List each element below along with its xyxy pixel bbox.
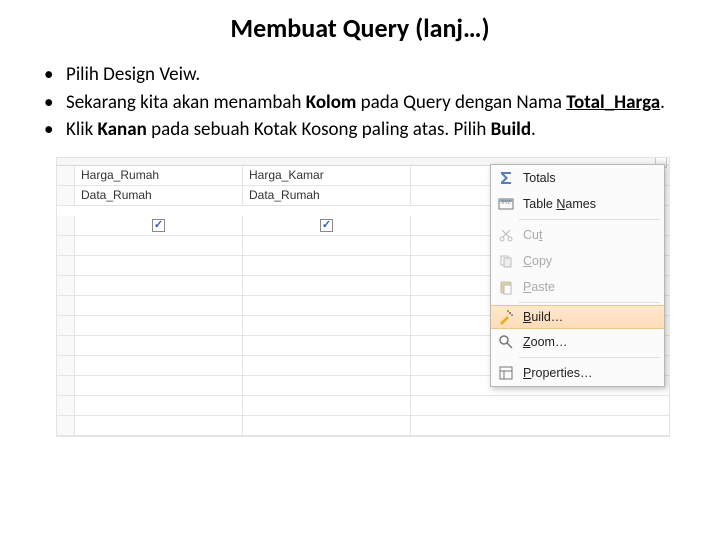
- bullet-3-bold2: Build: [491, 118, 531, 141]
- bullet-2-part2: pada Query dengan Nama: [356, 91, 566, 114]
- field-col2[interactable]: Harga_Kamar: [243, 166, 411, 185]
- menu-cut[interactable]: Cut: [491, 222, 664, 248]
- table-names-icon: XYZ: [497, 195, 515, 213]
- bullet-1-text: Pilih Design Veiw.: [66, 63, 200, 86]
- copy-icon: [497, 252, 515, 270]
- menu-separator: [519, 302, 660, 303]
- checkbox-icon[interactable]: [152, 219, 165, 232]
- slide-title: Membuat Query (lanj…): [30, 12, 690, 44]
- table-col1[interactable]: Data_Rumah: [75, 186, 243, 205]
- sigma-icon: [497, 169, 515, 187]
- zoom-icon: [497, 333, 515, 351]
- bullet-1: Pilih Design Veiw.: [44, 62, 690, 88]
- menu-cut-label: Cut: [523, 228, 542, 242]
- build-icon: [497, 308, 515, 326]
- menu-properties-label: Properties…: [523, 366, 592, 380]
- menu-copy[interactable]: Copy: [491, 248, 664, 274]
- bullet-2-bold2: Total_Harga: [566, 91, 660, 114]
- menu-totals-label: Totals: [523, 171, 556, 185]
- row-selector[interactable]: [57, 186, 75, 205]
- bullet-3: Klik Kanan pada sebuah Kotak Kosong pali…: [44, 117, 690, 143]
- show-col1[interactable]: [75, 216, 243, 235]
- scissors-icon: [497, 226, 515, 244]
- menu-build[interactable]: Build…: [491, 305, 664, 329]
- menu-copy-label: Copy: [523, 254, 552, 268]
- menu-separator: [519, 357, 660, 358]
- paste-icon: [497, 278, 515, 296]
- menu-totals[interactable]: Totals: [491, 165, 664, 191]
- bullet-3-bold1: Kanan: [98, 118, 147, 141]
- menu-zoom[interactable]: Zoom…: [491, 329, 664, 355]
- menu-tablenames-label: Table Names: [523, 197, 596, 211]
- menu-paste[interactable]: Paste: [491, 274, 664, 300]
- field-col1[interactable]: Harga_Rumah: [75, 166, 243, 185]
- screenshot-area: Harga_Rumah Harga_Kamar Data_Rumah Data_…: [56, 157, 670, 437]
- bullet-2-part3: .: [660, 91, 665, 114]
- bullet-list: Pilih Design Veiw. Sekarang kita akan me…: [30, 62, 690, 143]
- context-menu: Totals XYZ Table Names Cut Copy Paste: [490, 164, 665, 387]
- bullet-3-part1: Klik: [66, 118, 98, 141]
- table-col2[interactable]: Data_Rumah: [243, 186, 411, 205]
- menu-paste-label: Paste: [523, 280, 555, 294]
- properties-icon: [497, 364, 515, 382]
- bullet-2-part1: Sekarang kita akan menambah: [66, 91, 306, 114]
- show-col2[interactable]: [243, 216, 411, 235]
- menu-tablenames[interactable]: XYZ Table Names: [491, 191, 664, 217]
- checkbox-icon[interactable]: [320, 219, 333, 232]
- menu-properties[interactable]: Properties…: [491, 360, 664, 386]
- bullet-2-bold1: Kolom: [306, 91, 357, 114]
- bullet-3-part3: .: [531, 118, 536, 141]
- bullet-3-part2: pada sebuah Kotak Kosong paling atas. Pi…: [147, 118, 491, 141]
- row-selector[interactable]: [57, 166, 75, 185]
- svg-text:XYZ: XYZ: [501, 200, 511, 206]
- menu-separator: [519, 219, 660, 220]
- bullet-2: Sekarang kita akan menambah Kolom pada Q…: [44, 90, 690, 116]
- menu-zoom-label: Zoom…: [523, 335, 567, 349]
- menu-build-label: Build…: [523, 310, 563, 324]
- row-selector[interactable]: [57, 216, 75, 235]
